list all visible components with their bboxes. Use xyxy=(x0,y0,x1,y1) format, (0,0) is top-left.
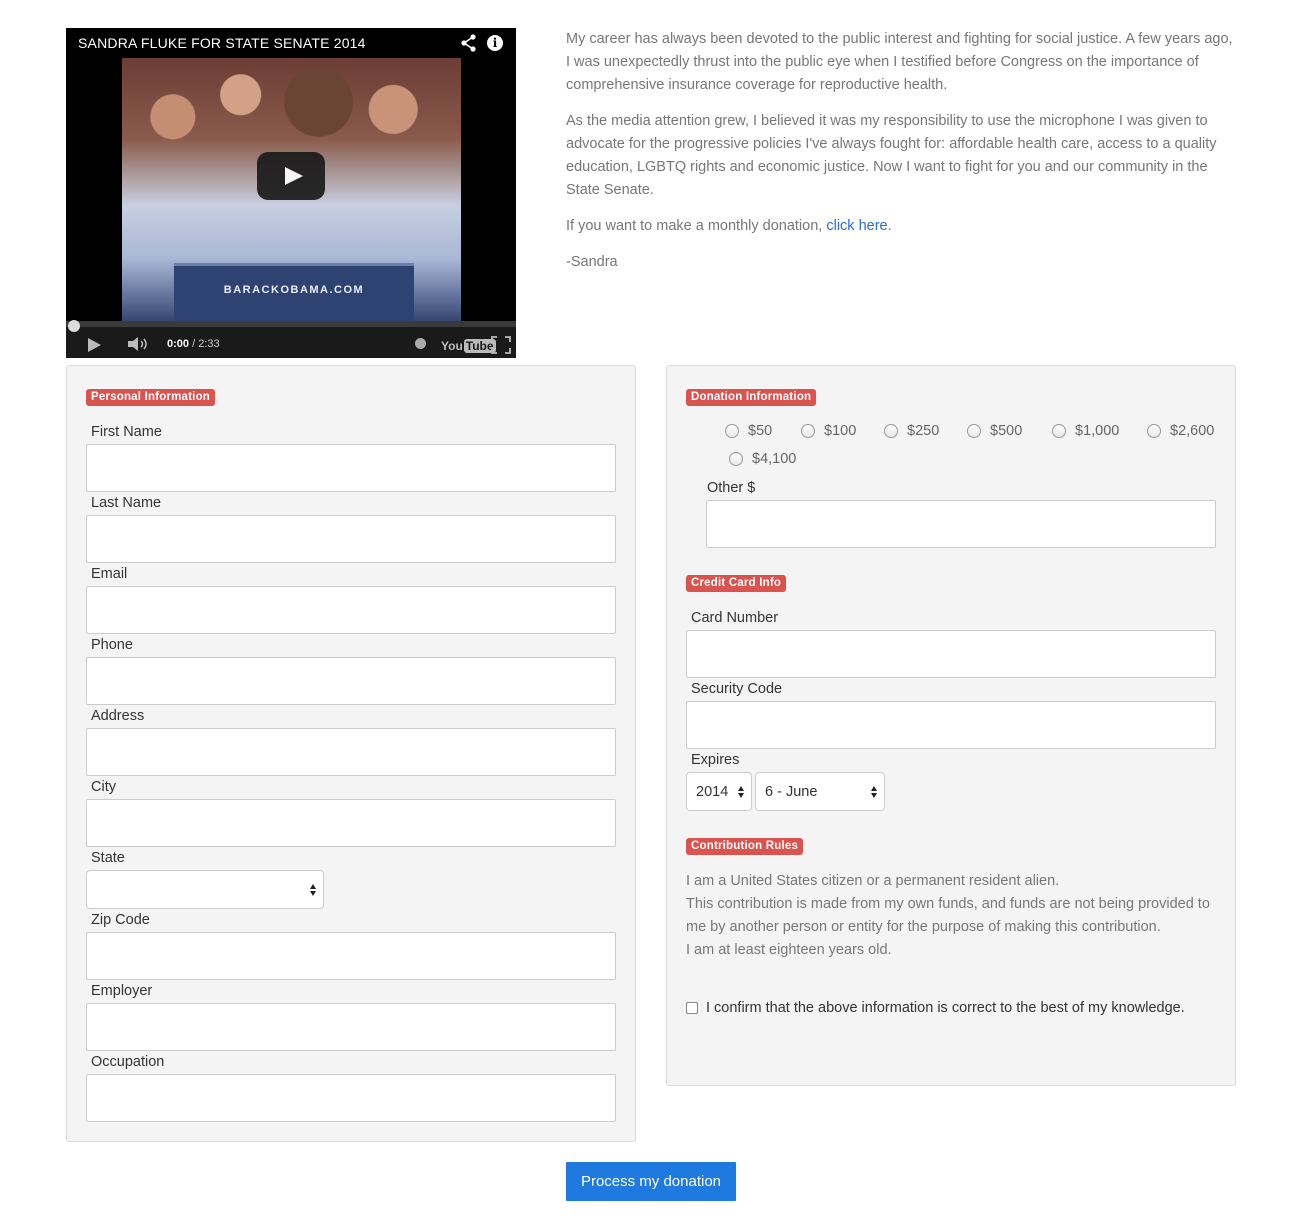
youtube-logo-icon[interactable]: You Tube xyxy=(441,339,496,353)
security-code-label: Security Code xyxy=(691,681,783,697)
video-player[interactable]: BARACKOBAMA.COM SANDRA FLUKE FOR STATE S… xyxy=(66,28,516,358)
select-arrows-icon xyxy=(310,883,317,896)
city-label: City xyxy=(91,779,116,795)
youtube-label-you: You xyxy=(441,339,463,353)
expires-label: Expires xyxy=(691,752,740,768)
amount-option-4100[interactable]: $4,100 xyxy=(729,451,796,467)
state-select[interactable] xyxy=(86,870,324,909)
donation-information-badge: Donation Information xyxy=(686,389,817,406)
confirm-checkbox[interactable] xyxy=(686,1002,698,1014)
rule-line-3: I am at least eighteen years old. xyxy=(686,942,892,958)
time-display: 0:00 / 2:33 xyxy=(167,338,220,350)
podium-image: BARACKOBAMA.COM xyxy=(174,263,414,326)
volume-icon[interactable] xyxy=(128,337,150,351)
amount-label: $250 xyxy=(907,423,940,439)
credit-card-info-badge: Credit Card Info xyxy=(686,575,787,592)
amount-label: $1,000 xyxy=(1075,423,1120,439)
amount-option-50[interactable]: $50 xyxy=(725,423,772,439)
watch-later-icon[interactable] xyxy=(415,338,426,349)
confirm-label: I confirm that the above information is … xyxy=(706,1000,1185,1016)
zip-code-input[interactable] xyxy=(86,932,616,980)
podium-text: BARACKOBAMA.COM xyxy=(223,284,365,296)
phone-label: Phone xyxy=(91,637,133,653)
play-button[interactable] xyxy=(257,152,325,200)
progress-bar[interactable] xyxy=(66,321,516,327)
occupation-input[interactable] xyxy=(86,1074,616,1122)
radio-icon[interactable] xyxy=(725,424,739,438)
rule-line-2: This contribution is made from my own fu… xyxy=(686,896,1210,935)
amount-label: $4,100 xyxy=(752,451,797,467)
radio-icon[interactable] xyxy=(801,424,815,438)
radio-icon[interactable] xyxy=(729,452,743,466)
donation-panel: Donation Information $50 $100 $250 $500 … xyxy=(666,365,1236,1086)
monthly-donation-link[interactable]: click here xyxy=(826,218,887,234)
progress-handle[interactable] xyxy=(68,320,80,332)
confirm-checkbox-row[interactable]: I confirm that the above information is … xyxy=(686,1000,1185,1016)
expires-year-value: 2014 xyxy=(696,783,729,800)
intro-paragraph-3: If you want to make a monthly donation, … xyxy=(566,215,1238,238)
other-amount-input[interactable] xyxy=(706,500,1216,548)
intro-text: My career has always been devoted to the… xyxy=(566,28,1238,287)
state-label: State xyxy=(91,850,125,866)
address-label: Address xyxy=(91,708,145,724)
amount-label: $50 xyxy=(748,423,773,439)
first-name-label: First Name xyxy=(91,424,162,440)
monthly-donation-text: If you want to make a monthly donation, xyxy=(566,218,827,234)
amount-option-2600[interactable]: $2,600 xyxy=(1147,423,1214,439)
intro-paragraph-2: As the media attention grew, I believed … xyxy=(566,113,1217,198)
card-number-input[interactable] xyxy=(686,630,1216,678)
address-input[interactable] xyxy=(86,728,616,776)
first-name-input[interactable] xyxy=(86,444,616,492)
city-input[interactable] xyxy=(86,799,616,847)
other-amount-label: Other $ xyxy=(707,480,756,496)
rule-line-1: I am a United States citizen or a perman… xyxy=(686,873,1060,889)
personal-information-panel: Personal Information First Name Last Nam… xyxy=(66,365,636,1142)
card-number-label: Card Number xyxy=(691,610,779,626)
intro-paragraph-1: My career has always been devoted to the… xyxy=(566,31,1233,93)
amount-option-100[interactable]: $100 xyxy=(801,423,856,439)
share-icon[interactable] xyxy=(461,34,477,52)
radio-icon[interactable] xyxy=(884,424,898,438)
process-donation-button[interactable]: Process my donation xyxy=(566,1162,736,1201)
monthly-donation-suffix: . xyxy=(887,218,892,234)
contribution-rules-text: I am a United States citizen or a perman… xyxy=(686,870,1226,962)
employer-label: Employer xyxy=(91,983,153,999)
amount-label: $500 xyxy=(990,423,1023,439)
contribution-rules-badge: Contribution Rules xyxy=(686,838,804,855)
amount-option-1000[interactable]: $1,000 xyxy=(1052,423,1119,439)
amount-label: $2,600 xyxy=(1170,423,1215,439)
expires-month-value: 6 - June xyxy=(765,783,818,800)
radio-icon[interactable] xyxy=(967,424,981,438)
phone-input[interactable] xyxy=(86,657,616,705)
expires-month-select[interactable]: 6 - June xyxy=(755,772,885,811)
last-name-label: Last Name xyxy=(91,495,162,511)
personal-information-badge: Personal Information xyxy=(86,389,216,406)
select-arrows-icon xyxy=(871,785,878,798)
time-total: / 2:33 xyxy=(189,338,220,350)
last-name-input[interactable] xyxy=(86,515,616,563)
time-current: 0:00 xyxy=(167,338,190,350)
amount-option-250[interactable]: $250 xyxy=(884,423,939,439)
security-code-input[interactable] xyxy=(686,701,1216,749)
fullscreen-icon[interactable] xyxy=(491,336,511,354)
control-play-icon[interactable] xyxy=(88,338,101,352)
radio-icon[interactable] xyxy=(1147,424,1161,438)
select-arrows-icon xyxy=(738,785,745,798)
email-label: Email xyxy=(91,566,128,582)
info-icon[interactable]: i xyxy=(487,35,503,51)
email-input[interactable] xyxy=(86,586,616,634)
occupation-label: Occupation xyxy=(91,1054,165,1070)
amount-label: $100 xyxy=(824,423,857,439)
expires-year-select[interactable]: 2014 xyxy=(686,772,752,811)
zip-code-label: Zip Code xyxy=(91,912,150,928)
employer-input[interactable] xyxy=(86,1003,616,1051)
video-title[interactable]: SANDRA FLUKE FOR STATE SENATE 2014 xyxy=(78,35,366,51)
signature: -Sandra xyxy=(566,254,618,270)
radio-icon[interactable] xyxy=(1052,424,1066,438)
amount-option-500[interactable]: $500 xyxy=(967,423,1022,439)
